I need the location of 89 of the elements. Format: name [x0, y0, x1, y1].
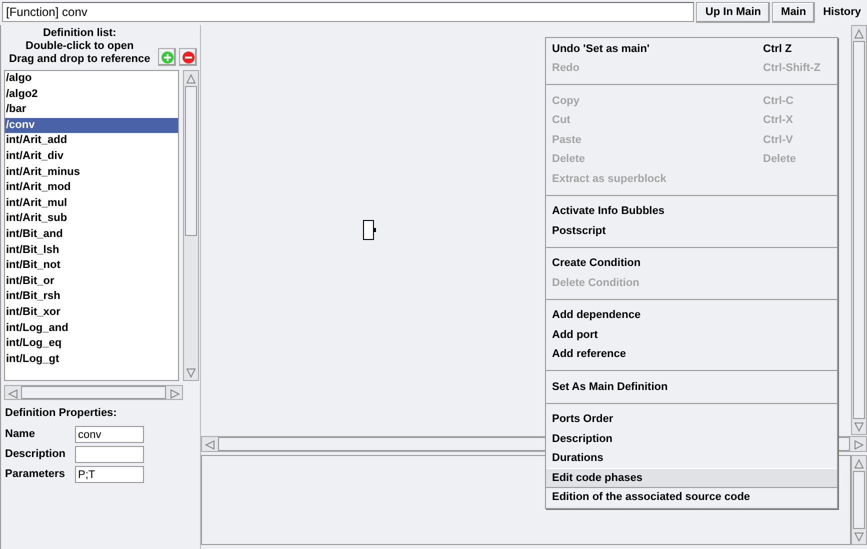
list-item[interactable]: int/Arit_add — [5, 133, 178, 149]
menu-item-label: Add port — [552, 328, 598, 342]
menu-item-label: Delete Condition — [552, 276, 640, 290]
right-arrow-icon[interactable] — [854, 440, 864, 450]
menu-item-label: Edit code phases — [552, 470, 642, 486]
left-arrow-icon[interactable] — [8, 388, 18, 398]
menu-item[interactable]: Activate Info Bubbles — [546, 202, 837, 221]
list-item[interactable]: int/Bit_xor — [5, 304, 178, 320]
list-item[interactable]: int/Log_and — [5, 320, 178, 336]
list-item[interactable]: /bar — [5, 102, 178, 118]
list-item[interactable]: int/Bit_or — [5, 274, 178, 290]
shortcut-text: Ctrl-Shift-Z — [763, 61, 822, 76]
list-item[interactable]: int/Arit_mul — [5, 196, 178, 212]
menu-item-label: Undo 'Set as main' — [552, 42, 650, 56]
text-field[interactable] — [75, 446, 144, 463]
list-item[interactable]: /conv — [5, 118, 178, 134]
shortcut-text: Ctrl-X — [763, 113, 794, 128]
remove-button[interactable] — [179, 48, 197, 66]
shortcut-text: Ctrl-V — [763, 132, 794, 148]
menu-item-label: Add reference — [552, 347, 626, 362]
menu-item-label: Cut — [552, 113, 570, 128]
shortcut-text: Ctrl Z — [763, 42, 793, 56]
toolbar-button[interactable]: Up In Main — [696, 2, 770, 23]
vertical-scrollbar[interactable] — [183, 70, 199, 381]
list-header-text: Double-click to open — [24, 40, 135, 53]
up-arrow-icon[interactable] — [854, 28, 864, 38]
down-arrow-icon[interactable] — [854, 422, 864, 432]
menu-item[interactable]: Ports Order — [546, 410, 837, 429]
text-field[interactable]: P;T — [75, 466, 144, 483]
block-node[interactable] — [363, 220, 377, 242]
menu-item[interactable]: Add port — [546, 325, 837, 344]
menu-item-label: Paste — [552, 132, 582, 148]
menu-item-label: Postscript — [552, 224, 606, 238]
list-item[interactable]: int/Log_gt — [5, 352, 178, 368]
menu-item-label: Set As Main Definition — [552, 380, 668, 394]
list-item[interactable]: int/Arit_div — [5, 148, 178, 165]
toolbar-button[interactable]: Main — [772, 2, 816, 23]
list-header-text: Drag and drop to reference — [8, 53, 152, 66]
vertical-scrollbar[interactable] — [851, 455, 867, 545]
list-item[interactable]: int/Bit_rsh — [5, 289, 178, 305]
menu-item-label: Delete — [552, 152, 586, 167]
menu-item-label: Extract as superblock — [552, 172, 666, 186]
menu-item-label: Edition of the associated source code — [552, 490, 750, 505]
list-header-text: Definition list: — [42, 27, 118, 40]
field-label: Parameters — [5, 467, 66, 482]
list-item[interactable]: int/Arit_mod — [5, 180, 178, 196]
menu-item[interactable]: Undo 'Set as main' Ctrl Z — [546, 39, 837, 58]
list-item[interactable]: int/Bit_and — [5, 226, 178, 243]
menu-item[interactable]: Add dependence — [546, 306, 837, 325]
list-item[interactable]: int/Log_eq — [5, 336, 178, 352]
menu-item[interactable]: Set As Main Definition — [546, 377, 837, 396]
list-item[interactable]: /algo2 — [5, 86, 178, 102]
list-item[interactable]: /algo — [5, 71, 178, 87]
up-arrow-icon[interactable] — [854, 458, 864, 468]
field-label: Name — [5, 427, 36, 442]
vertical-scrollbar[interactable] — [851, 25, 867, 435]
menu-item[interactable]: Add reference — [546, 344, 837, 364]
horizontal-scrollbar[interactable] — [4, 385, 183, 400]
down-arrow-icon[interactable] — [854, 532, 864, 542]
menu-item-label: Add dependence — [552, 308, 641, 323]
list-item[interactable]: int/Arit_sub — [5, 211, 178, 227]
menu-item-label: Ports Order — [552, 412, 614, 427]
right-arrow-icon[interactable] — [170, 388, 180, 398]
menu-item[interactable]: Description — [546, 429, 837, 448]
shortcut-text: Ctrl-C — [763, 94, 795, 108]
menu-item-label: Copy — [552, 94, 580, 108]
list-item[interactable]: int/Bit_lsh — [5, 242, 178, 258]
list-item[interactable]: int/Arit_minus — [5, 164, 178, 180]
menu-item-label: Activate Info Bubbles — [552, 204, 664, 219]
menu-item-label: Description — [552, 432, 613, 446]
shortcut-text: Delete — [763, 152, 798, 167]
down-arrow-icon[interactable] — [186, 368, 196, 378]
add-button[interactable] — [158, 48, 176, 66]
menu-item-label: Durations — [552, 451, 604, 466]
menu-item[interactable]: Create Condition — [546, 254, 837, 273]
field-label: Description — [5, 447, 67, 462]
list-item[interactable]: int/Bit_not — [5, 258, 178, 274]
text-field[interactable]: conv — [75, 426, 144, 443]
menu-item[interactable]: Durations — [546, 448, 837, 468]
definition-list[interactable] — [4, 70, 179, 381]
menu-item[interactable]: Edit code phases — [546, 468, 837, 488]
properties-title: Definition Properties: — [4, 406, 118, 421]
menu-item[interactable]: Postscript — [546, 221, 837, 240]
path-field[interactable]: [Function] conv — [2, 2, 694, 22]
up-arrow-icon[interactable] — [186, 74, 196, 84]
menu-item[interactable]: Edition of the associated source code — [546, 488, 837, 507]
left-arrow-icon[interactable] — [204, 440, 214, 450]
menu-item-label: Create Condition — [552, 256, 641, 271]
menu-item-label: Redo — [552, 61, 580, 76]
